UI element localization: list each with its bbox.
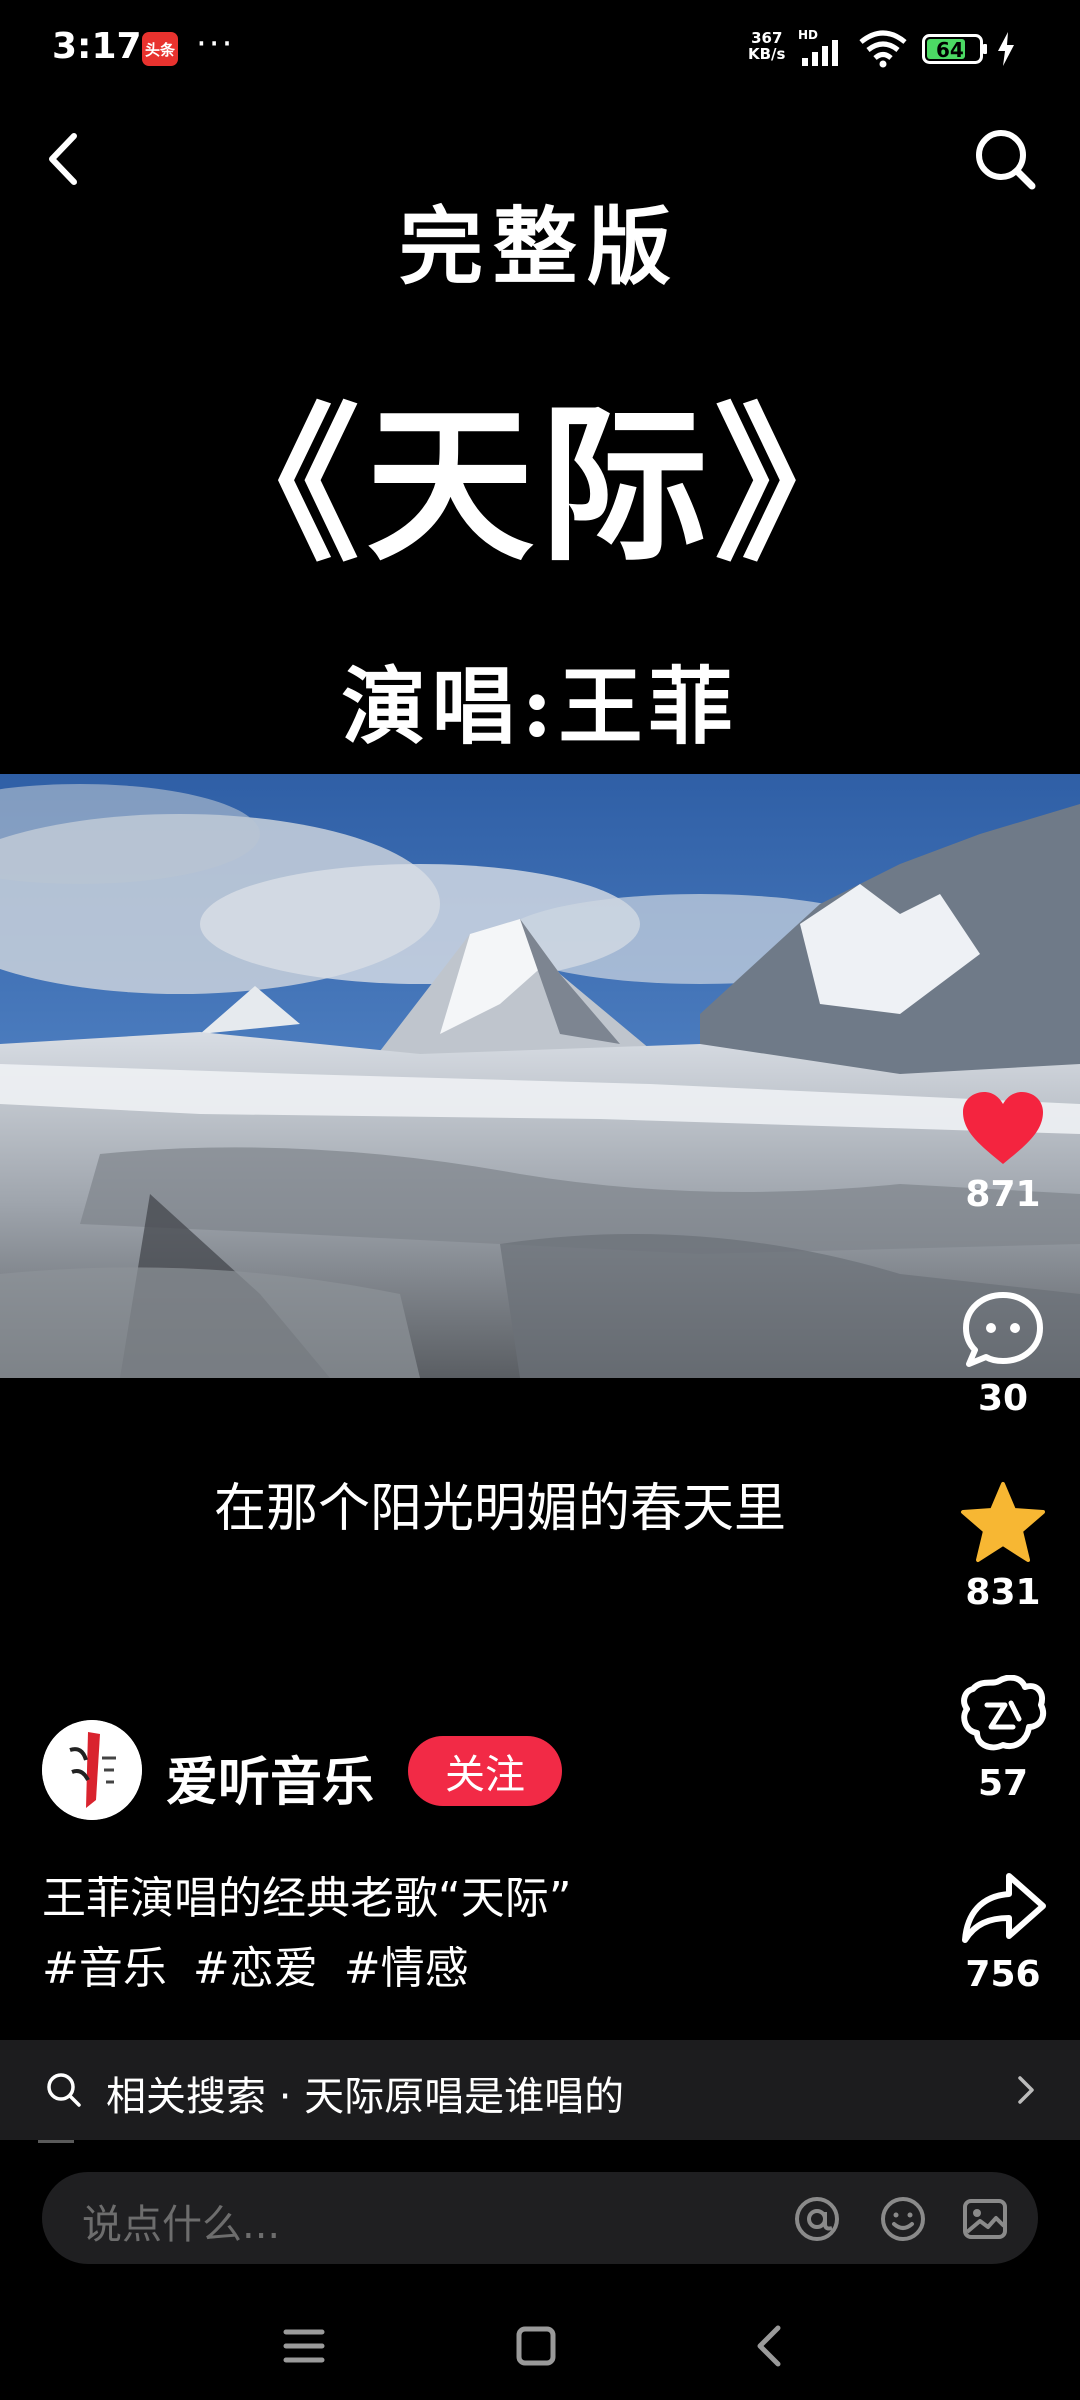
comment-button[interactable]: 30 [946, 1290, 1060, 1419]
like-count: 871 [965, 1174, 1041, 1215]
network-speed-unit: KB/s [748, 45, 786, 63]
status-bar: 3:17 头条 ··· 367 KB/s HD 64 [0, 0, 1080, 100]
gift-count: 57 [977, 1763, 1029, 1804]
wifi-icon [859, 30, 907, 68]
gift-icon [961, 1675, 1047, 1751]
share-button[interactable]: 756 [946, 1870, 1060, 1995]
video-description: 王菲演唱的经典老歌“天际” [42, 1873, 572, 1924]
share-count: 756 [965, 1954, 1041, 1995]
comment-placeholder: 说点什么... [82, 2202, 281, 2248]
heart-icon [963, 1092, 1043, 1164]
emoji-icon[interactable] [878, 2194, 928, 2244]
gift-button[interactable]: 57 [946, 1675, 1060, 1804]
comment-count: 30 [977, 1378, 1029, 1419]
like-button[interactable]: 871 [946, 1090, 1060, 1215]
author-logo-icon [42, 1720, 142, 1820]
star-icon [961, 1482, 1045, 1562]
hashtag[interactable]: #音乐 [42, 1932, 167, 1996]
author-avatar[interactable] [42, 1720, 142, 1820]
image-icon[interactable] [960, 2194, 1010, 2244]
comment-icon [963, 1292, 1043, 1367]
hashtag[interactable]: #情感 [344, 1932, 469, 1996]
battery-level: 64 [936, 38, 964, 62]
charging-icon [998, 32, 1014, 66]
hashtag[interactable]: #恋爱 [193, 1932, 318, 1996]
system-nav-bar [0, 2290, 1080, 2400]
share-icon [962, 1873, 1046, 1943]
more-notifications-icon: ··· [196, 24, 235, 64]
at-mention-icon[interactable] [792, 2194, 842, 2244]
signal-icon [802, 40, 838, 66]
toutiao-app-icon: 头条 [142, 32, 178, 66]
video-subtitle: 在那个阳光明媚的春天里 [213, 1479, 786, 1539]
network-speed: 367 KB/s [748, 30, 785, 62]
menu-icon[interactable] [274, 2316, 334, 2376]
follow-button[interactable]: 关注 [408, 1736, 562, 1806]
video-title-main: 《天际》 [192, 386, 888, 584]
video-player[interactable] [0, 774, 1080, 1378]
video-singer: 演唱:王菲 [341, 657, 739, 756]
nav-back-icon[interactable] [740, 2316, 800, 2376]
favorite-count: 831 [965, 1572, 1041, 1613]
related-search-text: 相关搜索 · 天际原唱是谁唱的 [106, 2074, 625, 2120]
related-search-bar[interactable]: 相关搜索 · 天际原唱是谁唱的 [0, 2040, 1080, 2140]
network-speed-value: 367 [751, 29, 783, 47]
status-time: 3:17 [52, 26, 142, 67]
author-name[interactable]: 爱听音乐 [166, 1740, 374, 1815]
comment-input[interactable]: 说点什么... [42, 2172, 1038, 2264]
search-icon [47, 2073, 81, 2107]
home-icon[interactable] [506, 2316, 566, 2376]
video-title-top: 完整版 [398, 197, 681, 296]
hashtag-list: #音乐 #恋爱 #情感 [42, 1932, 469, 1996]
favorite-button[interactable]: 831 [946, 1480, 1060, 1613]
chevron-right-icon [1018, 2076, 1034, 2104]
video-progress-bar[interactable] [38, 2140, 74, 2143]
